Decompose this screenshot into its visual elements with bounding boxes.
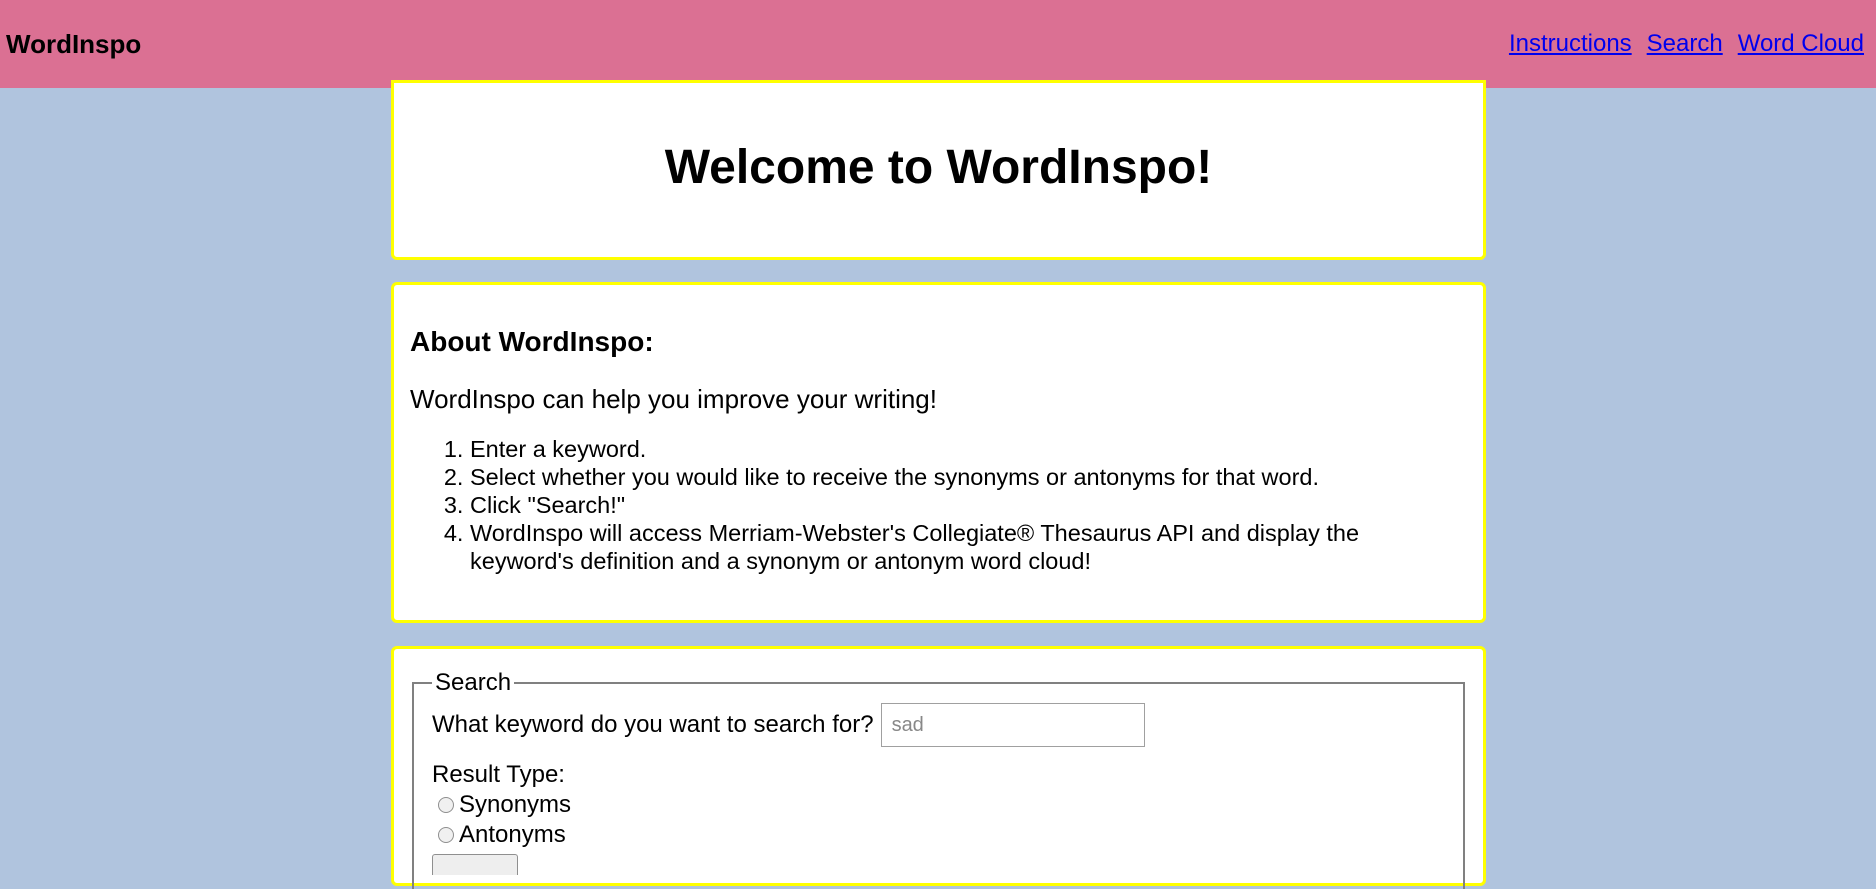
keyword-input[interactable]	[880, 703, 1145, 747]
result-type-label: Result Type:	[432, 761, 565, 788]
radio-option-antonyms[interactable]: Antonyms	[438, 820, 1445, 850]
instruction-step: WordInspo will access Merriam-Webster's …	[470, 519, 1467, 575]
about-heading: About WordInspo:	[410, 326, 654, 357]
keyword-row: What keyword do you want to search for?	[432, 703, 1445, 747]
nav-link-instructions[interactable]: Instructions	[1509, 28, 1632, 60]
welcome-card: Welcome to WordInspo!	[391, 80, 1486, 260]
brand-logo-text[interactable]: WordInspo	[6, 28, 141, 60]
synonyms-radio[interactable]	[438, 797, 454, 813]
about-intro: WordInspo can help you improve your writ…	[410, 384, 937, 414]
instructions-list: Enter a keyword. Select whether you woul…	[410, 435, 1467, 575]
instruction-step: Enter a keyword.	[470, 435, 1467, 463]
antonyms-label[interactable]: Antonyms	[459, 820, 566, 850]
instruction-step: Select whether you would like to receive…	[470, 463, 1467, 491]
search-fieldset: Search What keyword do you want to searc…	[412, 669, 1465, 889]
nav-link-word-cloud[interactable]: Word Cloud	[1738, 28, 1864, 60]
search-submit-button[interactable]	[432, 854, 518, 875]
search-legend: Search	[435, 669, 512, 696]
radio-option-synonyms[interactable]: Synonyms	[438, 790, 1445, 820]
top-nav-bar: WordInspo Instructions Search Word Cloud	[0, 0, 1876, 88]
search-card: Search What keyword do you want to searc…	[391, 646, 1486, 889]
instruction-step: Click "Search!"	[470, 491, 1467, 519]
nav-links: Instructions Search Word Cloud	[1509, 28, 1864, 60]
about-card: About WordInspo: WordInspo can help you …	[391, 282, 1486, 623]
synonyms-label[interactable]: Synonyms	[459, 790, 571, 820]
keyword-label: What keyword do you want to search for?	[432, 711, 874, 738]
nav-link-search[interactable]: Search	[1647, 28, 1723, 60]
page-title: Welcome to WordInspo!	[664, 141, 1213, 194]
antonyms-radio[interactable]	[438, 827, 454, 843]
